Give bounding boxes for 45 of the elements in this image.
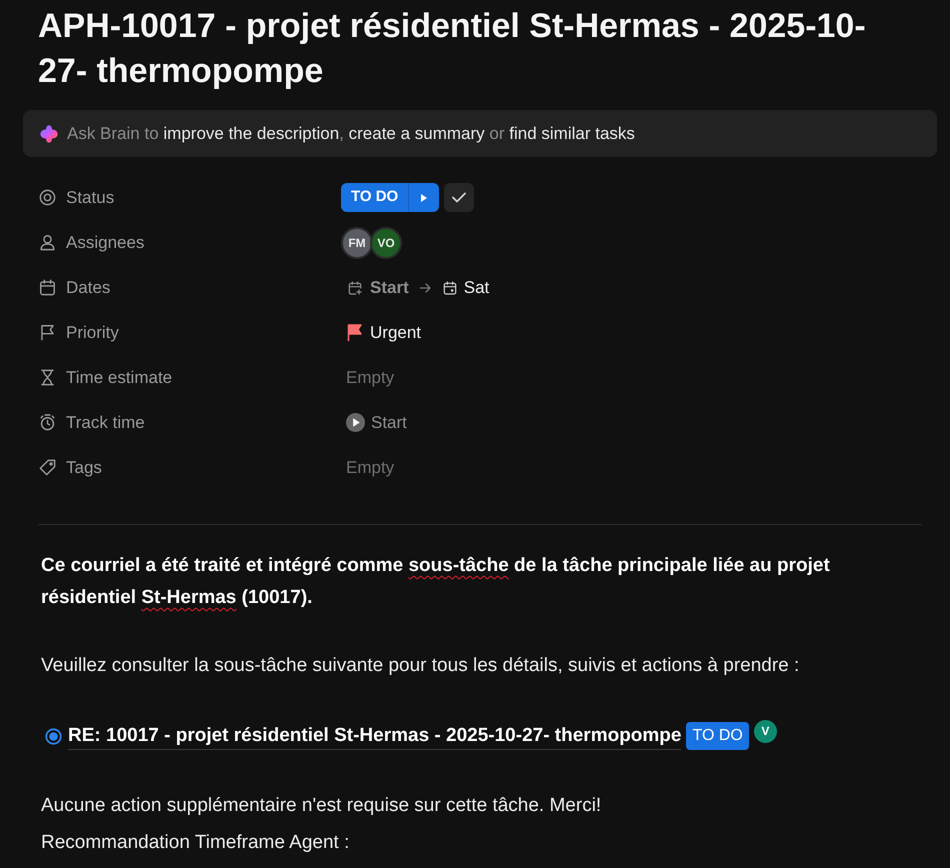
- arrow-right-icon: [420, 282, 431, 292]
- property-label: Time estimate: [66, 366, 172, 389]
- ai-action-link[interactable]: improve the description: [163, 124, 340, 143]
- time-estimate-field[interactable]: Empty: [346, 364, 394, 390]
- play-icon: [346, 413, 365, 432]
- tags-field[interactable]: Empty: [346, 454, 394, 480]
- paragraph-text: Veuillez consulter la sous-tâche suivante pour tous les détails, suivis et actions à prendre :: [41, 654, 800, 678]
- tag-icon: [38, 458, 57, 477]
- task-title: APH-10017 - projet résidentiel St-Hermas - 2025-10-27- thermopompe: [38, 6, 867, 92]
- caret-icon: [421, 194, 428, 202]
- paragraph-text: Ce courriel a été traité et intégré comme sous-tâche de la tâche principale liée au projet résidentiel St-Hermas (10017).: [41, 554, 831, 610]
- due-date-button[interactable]: Sat: [442, 274, 490, 300]
- stopwatch-icon: [38, 413, 57, 432]
- calendar-icon: [38, 278, 57, 297]
- priority-button[interactable]: Urgent: [347, 320, 422, 346]
- start-date-button[interactable]: Start: [347, 274, 409, 300]
- property-label: Status: [66, 186, 114, 209]
- sparkle-icon: [40, 124, 58, 142]
- ai-action-link[interactable]: create a summary: [348, 124, 485, 143]
- calendar-plus-icon: [347, 280, 363, 296]
- property-label: Priority: [66, 322, 119, 344]
- target-icon: [38, 188, 57, 207]
- paragraph-text: Aucune action supplémentaire n'est requise sur cette tâche. Merci!: [41, 794, 602, 818]
- property-label: Dates: [66, 276, 110, 299]
- property-label: Tags: [66, 456, 102, 479]
- paragraph-text: Recommandation Timeframe Agent :: [41, 831, 350, 855]
- task-status-icon: [45, 728, 62, 744]
- complete-button[interactable]: [444, 183, 474, 212]
- ask-brain-prompt: Ask Brain to improve the description, create a summary or find similar tasks: [67, 122, 635, 145]
- avatar[interactable]: FM: [341, 226, 373, 258]
- avatar[interactable]: VO: [370, 226, 402, 258]
- status-next-button[interactable]: [409, 183, 440, 212]
- track-time-button[interactable]: Start: [346, 410, 407, 436]
- status-button[interactable]: TO DO: [341, 183, 410, 212]
- status-badge: TO DO: [686, 722, 749, 750]
- property-label: Track time: [66, 412, 145, 434]
- avatar: V: [754, 720, 777, 742]
- property-label: Assignees: [66, 232, 144, 254]
- flag-icon: [347, 324, 362, 341]
- flag-icon: [38, 323, 57, 342]
- calendar-icon: [442, 280, 458, 296]
- person-icon: [38, 233, 57, 252]
- ai-action-link[interactable]: find similar tasks: [509, 124, 635, 143]
- check-icon: [452, 192, 466, 203]
- task-link[interactable]: RE: 10017 - projet résidentiel St-Hermas - 2025-10-27- thermopompe: [68, 722, 682, 750]
